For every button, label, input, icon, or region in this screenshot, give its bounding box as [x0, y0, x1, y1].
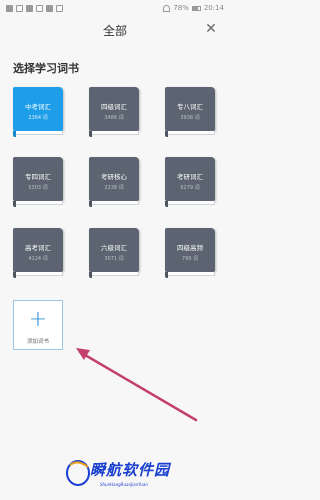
book-pages	[167, 131, 215, 135]
book-count: 6279 词	[180, 185, 200, 191]
book-pages	[167, 201, 215, 205]
book-name: 考研核心	[101, 173, 127, 181]
watermark-logo-icon	[66, 460, 90, 486]
book-count: 3071 词	[104, 256, 124, 262]
book-pages	[91, 201, 139, 205]
watermark: 瞬航软件园 ShunHangRuanJianYuan	[60, 455, 230, 495]
book-item[interactable]: 专四词汇 5303 词	[13, 157, 63, 207]
book-name: 四级词汇	[101, 103, 127, 111]
watermark-text: 瞬航软件园	[90, 461, 171, 479]
book-pages	[167, 272, 215, 276]
book-name: 专八词汇	[177, 103, 203, 111]
book-pages	[15, 272, 63, 276]
book-name: 考研词汇	[177, 173, 203, 181]
plus-icon: +	[28, 307, 48, 332]
book-item[interactable]: 四级高频 799 词	[165, 228, 215, 278]
book-item[interactable]: 专八词汇 3938 词	[165, 87, 215, 137]
book-count: 3938 词	[180, 115, 200, 121]
book-item[interactable]: 考研词汇 6279 词	[165, 157, 215, 207]
book-item[interactable]: 高考词汇 4124 词	[13, 228, 63, 278]
book-item[interactable]: 中考词汇 2364 词	[13, 87, 63, 137]
book-pages	[91, 272, 139, 276]
book-count: 4124 词	[28, 256, 48, 262]
book-count: 2364 词	[28, 115, 48, 121]
book-pages	[15, 201, 63, 205]
book-grid: 中考词汇 2364 词 四级词汇 3486 词 专八词汇 3938 词 专四词汇…	[0, 0, 230, 500]
watermark-subtext: ShunHangRuanJianYuan	[100, 482, 148, 487]
book-item[interactable]: 四级词汇 3486 词	[89, 87, 139, 137]
book-name: 六级词汇	[101, 244, 127, 252]
book-count: 799 词	[181, 256, 199, 262]
add-book-label: 添加词书	[26, 339, 49, 345]
book-name: 专四词汇	[25, 173, 51, 181]
book-item[interactable]: 六级词汇 3071 词	[89, 228, 139, 278]
book-item[interactable]: 考研核心 2238 词	[89, 157, 139, 207]
book-count: 5303 词	[28, 185, 48, 191]
book-name: 高考词汇	[25, 244, 51, 252]
book-name: 四级高频	[177, 244, 203, 252]
book-pages	[15, 131, 63, 135]
book-pages	[91, 131, 139, 135]
book-count: 2238 词	[104, 185, 124, 191]
book-count: 3486 词	[104, 115, 124, 121]
add-book-button[interactable]: + 添加词书	[13, 300, 63, 350]
book-name: 中考词汇	[25, 103, 51, 111]
